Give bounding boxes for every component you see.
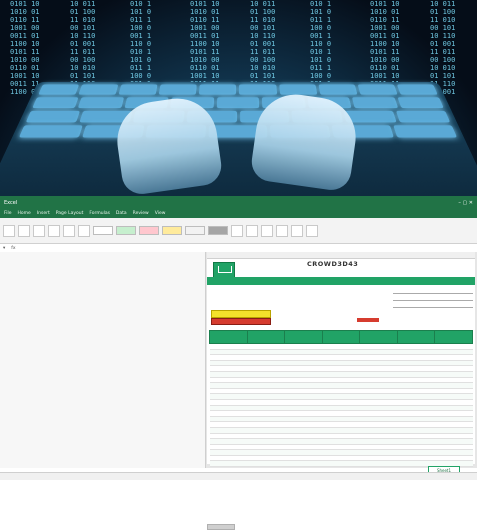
format-button[interactable] — [261, 224, 273, 237]
paste-button[interactable] — [3, 224, 15, 237]
company-logo — [213, 262, 235, 278]
fx-icon: fx — [11, 245, 16, 251]
tab-page-layout[interactable]: Page Layout — [56, 211, 84, 216]
tab-view[interactable]: View — [155, 211, 166, 216]
highlight-red — [211, 318, 271, 325]
left-pane — [0, 252, 206, 468]
table-header-cell — [434, 330, 473, 344]
align-button[interactable] — [63, 224, 75, 237]
status-bar — [0, 472, 477, 480]
cell-style-good[interactable] — [116, 226, 136, 235]
tab-data[interactable]: Data — [116, 211, 127, 216]
tab-file[interactable]: File — [4, 211, 12, 216]
column-headers — [207, 252, 475, 259]
sum-button[interactable] — [276, 224, 288, 237]
info-line — [393, 287, 473, 294]
horizontal-scrollbar[interactable] — [207, 524, 235, 530]
ribbon-tabs: File Home Insert Page Layout Formulas Da… — [0, 209, 477, 218]
keyboard — [0, 82, 477, 196]
highlight-yellow — [211, 310, 271, 318]
cell-style-calc[interactable] — [185, 226, 205, 235]
workbook-area: CROWD3D43 — [0, 252, 477, 530]
title-bar: Excel – ▢ ✕ — [0, 196, 477, 209]
wrap-button[interactable] — [78, 224, 90, 237]
hacker-photo: 0101 10 1010 01 0110 11 1001 00 0011 01 … — [0, 0, 477, 196]
cut-button[interactable] — [18, 224, 30, 237]
name-box[interactable]: ▾ — [3, 246, 5, 251]
table-header-cell — [321, 330, 361, 344]
table-header-cell — [284, 330, 323, 344]
app-title: Excel — [4, 199, 18, 206]
cell-style-neutral[interactable] — [162, 226, 182, 235]
cell-style-bad[interactable] — [139, 226, 159, 235]
table-header-cell — [209, 330, 248, 344]
data-table — [209, 330, 473, 479]
sort-button[interactable] — [291, 224, 303, 237]
table-header-cell — [246, 330, 286, 344]
ribbon — [0, 218, 477, 244]
tab-formulas[interactable]: Formulas — [89, 211, 110, 216]
tab-insert[interactable]: Insert — [37, 211, 50, 216]
report-banner — [207, 277, 475, 285]
info-line — [393, 301, 473, 308]
find-button[interactable] — [306, 224, 318, 237]
delete-button[interactable] — [246, 224, 258, 237]
window-controls[interactable]: – ▢ ✕ — [458, 200, 473, 206]
table-header-cell — [359, 330, 398, 344]
cell-style-check[interactable] — [208, 226, 228, 235]
info-line — [393, 294, 473, 301]
insert-button[interactable] — [231, 224, 243, 237]
tab-review[interactable]: Review — [133, 211, 149, 216]
binary-code-column: 0101 10 1010 01 0110 11 1001 00 0011 01 … — [10, 0, 40, 96]
sheet-title: CROWD3D43 — [307, 260, 359, 268]
tab-home[interactable]: Home — [18, 211, 31, 216]
excel-window: Excel – ▢ ✕ File Home Insert Page Layout… — [0, 196, 477, 530]
spreadsheet[interactable]: CROWD3D43 — [207, 252, 475, 479]
table-header-cell — [396, 330, 436, 344]
bold-button[interactable] — [48, 224, 60, 237]
red-marker — [357, 318, 379, 322]
font-button[interactable] — [33, 224, 45, 237]
cell-style-normal[interactable] — [93, 226, 113, 235]
